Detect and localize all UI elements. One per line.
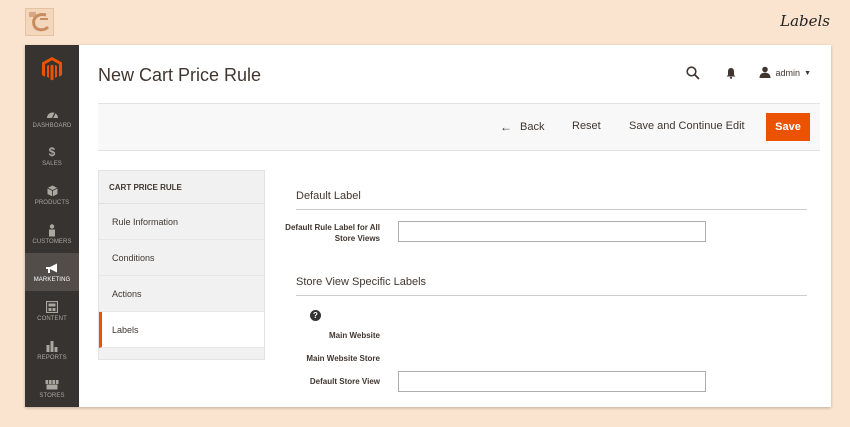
store-name: Main Website Store <box>306 354 380 363</box>
sidebar-item-stores[interactable]: STORES <box>25 369 79 407</box>
store-labels-section-title: Store View Specific Labels <box>296 276 427 288</box>
dashboard-icon <box>46 107 59 121</box>
admin-sidebar: DASHBOARD $ SALES PRODUCTS CUSTOMERS MAR… <box>25 45 79 407</box>
site-logo <box>25 8 54 36</box>
tab-actions[interactable]: Actions <box>99 276 264 312</box>
sidebar-item-products[interactable]: PRODUCTS <box>25 176 79 214</box>
user-name: admin <box>775 68 801 78</box>
save-and-continue-button[interactable]: Save and Continue Edit <box>629 120 745 132</box>
user-icon <box>759 66 771 80</box>
sidebar-item-marketing[interactable]: MARKETING <box>25 253 79 291</box>
tab-rule-information[interactable]: Rule Information <box>99 204 264 240</box>
back-label: Back <box>520 121 545 133</box>
page-actions-bar: ← Back Reset Save and Continue Edit Save <box>98 103 820 151</box>
help-icon[interactable]: ? <box>310 310 321 321</box>
search-icon[interactable] <box>685 65 701 81</box>
bell-icon[interactable] <box>723 65 739 81</box>
tab-conditions[interactable]: Conditions <box>99 240 264 276</box>
section-divider <box>296 295 807 296</box>
user-menu[interactable]: admin ▼ <box>759 66 811 80</box>
default-label-section-title: Default Label <box>296 190 361 202</box>
header-actions: admin ▼ <box>685 65 811 81</box>
save-button[interactable]: Save <box>766 113 810 141</box>
back-button[interactable]: ← Back <box>500 120 544 134</box>
sidebar-item-customers[interactable]: CUSTOMERS <box>25 215 79 253</box>
tabs-heading: CART PRICE RULE <box>99 171 264 204</box>
website-name: Main Website <box>329 331 380 340</box>
content-icon <box>46 300 58 314</box>
arrow-left-icon: ← <box>500 120 512 134</box>
sidebar-item-content[interactable]: CONTENT <box>25 292 79 330</box>
page-caption: Labels <box>780 12 830 30</box>
default-rule-label-input[interactable] <box>398 221 706 242</box>
tab-labels[interactable]: Labels <box>99 312 264 348</box>
person-icon <box>48 223 56 237</box>
chevron-down-icon: ▼ <box>804 69 811 77</box>
bar-chart-icon <box>46 339 58 353</box>
store-icon <box>45 377 59 391</box>
box-icon <box>46 184 58 198</box>
dollar-icon: $ <box>48 145 56 159</box>
section-divider <box>296 209 807 210</box>
rule-tabs: CART PRICE RULE Rule Information Conditi… <box>98 170 265 360</box>
page-title: New Cart Price Rule <box>98 65 262 85</box>
default-rule-label-caption: Default Rule Label for All Store Views <box>285 223 380 243</box>
magento-logo[interactable] <box>25 45 79 91</box>
sidebar-item-reports[interactable]: REPORTS <box>25 331 79 369</box>
sidebar-item-sales[interactable]: $ SALES <box>25 137 79 175</box>
admin-window: DASHBOARD $ SALES PRODUCTS CUSTOMERS MAR… <box>25 45 831 407</box>
reset-button[interactable]: Reset <box>572 120 601 132</box>
store-view-label-input[interactable] <box>398 371 706 392</box>
megaphone-icon <box>45 261 59 275</box>
sidebar-item-dashboard[interactable]: DASHBOARD <box>25 99 79 137</box>
store-view-label-caption: Default Store View <box>309 377 380 386</box>
